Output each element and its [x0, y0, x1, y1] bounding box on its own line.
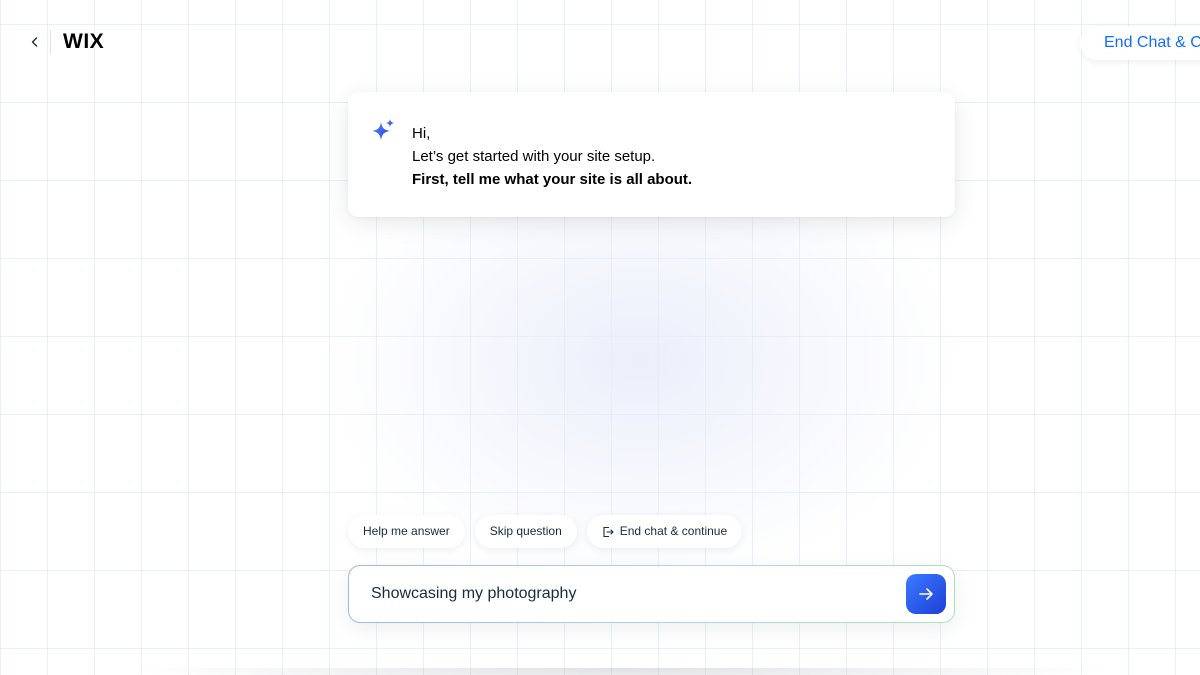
wix-logo: WIX — [63, 30, 105, 53]
greeting-line: Hi, — [412, 125, 431, 142]
chat-input-container — [348, 565, 955, 623]
send-button[interactable] — [906, 574, 946, 614]
top-bar: WIX End Chat & Continue — [0, 0, 1200, 84]
back-button[interactable] — [24, 30, 46, 54]
help-me-answer-chip[interactable]: Help me answer — [348, 515, 465, 548]
end-chat-label: End chat & continue — [619, 524, 728, 538]
chat-input[interactable] — [371, 566, 891, 622]
arrow-right-icon — [919, 588, 933, 600]
exit-icon — [603, 526, 614, 537]
end-chat-continue-button[interactable]: End Chat & Continue — [1080, 26, 1200, 60]
skip-question-chip[interactable]: Skip question — [474, 515, 577, 548]
help-me-answer-label: Help me answer — [363, 524, 450, 538]
header-divider — [50, 30, 51, 54]
chat-input-box — [349, 566, 954, 622]
bottom-panel-shadow — [120, 668, 1120, 675]
assistant-message-text: Hi, Let’s get started with your site set… — [412, 122, 692, 191]
sparkle-icon — [372, 119, 394, 140]
suggestion-chips: Help me answer Skip question End chat & … — [348, 515, 743, 548]
end-chat-chip[interactable]: End chat & continue — [586, 515, 743, 548]
skip-question-label: Skip question — [489, 524, 562, 538]
intro-line: Let’s get started with your site setup. — [412, 148, 656, 165]
assistant-message-card: Hi, Let’s get started with your site set… — [348, 92, 955, 217]
question-line: First, tell me what your site is all abo… — [412, 171, 693, 188]
chevron-left-icon — [31, 37, 38, 47]
